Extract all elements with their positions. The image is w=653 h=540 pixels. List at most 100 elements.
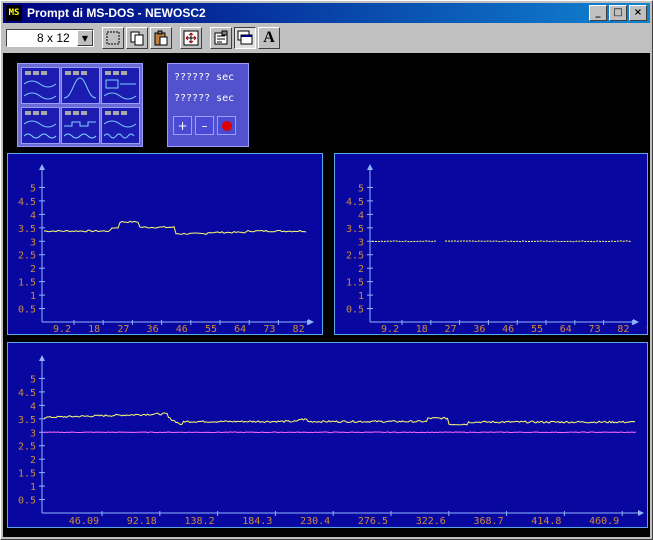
waveform-thumb-4[interactable] xyxy=(21,107,60,144)
plot1-x-tick-label: 64 xyxy=(234,324,246,334)
plot1-y-tick-label: 3.5 xyxy=(18,224,36,235)
plot2-x-tick-label: 18 xyxy=(416,324,428,334)
plot-1: 54.543.532.521.510.59.218273646556473829… xyxy=(18,164,338,335)
mark-button[interactable] xyxy=(102,27,124,49)
plot1-x-tick-label: 36 xyxy=(147,324,159,334)
plot3-x-arrow-icon xyxy=(638,510,644,516)
plot2-x-tick-label: 55 xyxy=(531,324,543,334)
plot-3: 5 4.5 4 3.5 3 2.5 2 1.5 1 0.5 46.09 92.18 138.2 184.3… xyxy=(18,355,644,527)
plot1-y-arrow-icon xyxy=(39,164,45,170)
plot1-y-tick-label: 1.5 xyxy=(18,278,36,289)
dos-window: MS Prompt di MS-DOS - NEWOSC2 _ □ × 8 x … xyxy=(0,0,653,540)
font-button[interactable]: A xyxy=(258,27,280,49)
waveform-thumb-1[interactable] xyxy=(21,67,60,104)
plot3-y-tick-label: 3 xyxy=(30,428,36,439)
msdos-app-icon[interactable]: MS xyxy=(6,5,22,21)
plot3-x-tick-label: 138.2 xyxy=(184,516,214,527)
plot2-y-tick-label: 1 xyxy=(358,291,364,302)
plot-2: 5 4.5 4 3.5 3 2.5 2 1.5 1 0.5 9.2 18 27 36 46 55 64 73 82 9… xyxy=(346,164,650,335)
copy-button[interactable] xyxy=(126,27,148,49)
plot2-x-tick-label: 46 xyxy=(502,324,514,334)
plot3-y-tick-label: 5 xyxy=(30,374,36,385)
plot1-x-tick-label: 55 xyxy=(205,324,217,334)
plot1-y-tick-label: 1 xyxy=(30,291,36,302)
plot1-yellow-trace xyxy=(43,220,307,236)
plus-button[interactable]: + xyxy=(173,116,192,135)
plot2-x-tick-label: 82 xyxy=(617,324,629,334)
plot1-x-tick-label: 46 xyxy=(176,324,188,334)
plot2-x-tick-label: 64 xyxy=(560,324,572,334)
close-button[interactable]: × xyxy=(629,5,647,21)
properties-button[interactable] xyxy=(210,27,232,49)
fullscreen-button[interactable] xyxy=(180,27,202,49)
plot3-y-tick-label: 1 xyxy=(30,482,36,493)
waveform-thumb-3[interactable] xyxy=(101,67,140,104)
font-icon: A xyxy=(263,29,275,46)
paste-button[interactable] xyxy=(150,27,172,49)
plot1-x-tick-label: 27 xyxy=(117,324,129,334)
font-size-select[interactable]: 8 x 12 ▼ xyxy=(6,29,94,47)
plot3-x-tick-label: 184.3 xyxy=(242,516,272,527)
plot1-y-tick-label: 4 xyxy=(30,210,36,221)
plot3-y-tick-label: 1.5 xyxy=(18,469,36,480)
plot1-x-tick-label: 73 xyxy=(263,324,275,334)
paste-icon xyxy=(154,30,168,46)
minimize-button[interactable]: _ xyxy=(589,5,607,21)
plot2-y-tick-label: 3 xyxy=(358,237,364,248)
mark-icon xyxy=(106,31,120,45)
plot2-x-tick-label: 9.2 xyxy=(381,324,399,334)
plot2-x-arrow-icon xyxy=(633,319,639,325)
plot1-y-tick-label: 5 xyxy=(30,183,36,194)
minus-button[interactable]: – xyxy=(195,116,214,135)
plot3-magenta-trace xyxy=(43,431,637,434)
plot1-x-tick-label: 82 xyxy=(293,324,305,334)
plot3-y-tick-label: 4 xyxy=(30,401,36,412)
plot1-x-tick-label: 9.2 xyxy=(53,324,71,334)
background-button[interactable] xyxy=(234,27,256,49)
plot1-y-tick-label: 2 xyxy=(30,264,36,275)
plot1-y-tick-label: 0.5 xyxy=(18,305,36,316)
plot2-y-tick-label: 2.5 xyxy=(346,251,364,262)
plot3-x-tick-label: 460.9 xyxy=(589,516,619,527)
dos-screen: ?????? sec ?????? sec + – 5 4.5 4 3.5 3 2.5 2 1… xyxy=(3,53,650,537)
plot3-x-tick-label: 46.09 xyxy=(69,516,99,527)
waveform-thumb-5[interactable] xyxy=(61,107,100,144)
waveform-thumb-6[interactable] xyxy=(101,107,140,144)
plot2-y-tick-label: 3.5 xyxy=(346,224,364,235)
maximize-button[interactable]: □ xyxy=(609,5,627,21)
plot1-y-tick-label: 2.5 xyxy=(18,251,36,262)
plot3-yellow-trace xyxy=(43,412,636,426)
toolbar: 8 x 12 ▼ A xyxy=(3,25,650,51)
plot2-y-tick-label: 4 xyxy=(358,210,364,221)
plot1-x-arrow-icon xyxy=(308,319,314,325)
plot2-yellow-trace-b xyxy=(444,240,632,243)
plot3-x-tick-label: 276.5 xyxy=(358,516,388,527)
chevron-down-icon[interactable]: ▼ xyxy=(77,30,93,46)
plot1-x-tick-label: 18 xyxy=(88,324,100,334)
plot2-x-tick-label: 92 xyxy=(646,324,647,334)
fullscreen-icon xyxy=(183,30,199,46)
timer-line-2: ?????? sec xyxy=(174,93,235,104)
record-button[interactable] xyxy=(217,116,236,135)
plot3-x-tick-label: 230.4 xyxy=(300,516,330,527)
plot-panel-3: 5 4.5 4 3.5 3 2.5 2 1.5 1 0.5 46.09 92.18 138.2 184.3… xyxy=(7,342,648,528)
timer-line-1: ?????? sec xyxy=(174,72,235,83)
plot2-y-arrow-icon xyxy=(367,164,373,170)
plot2-y-tick-label: 1.5 xyxy=(346,278,364,289)
plot3-y-tick-label: 4.5 xyxy=(18,388,36,399)
waveform-thumb-2[interactable] xyxy=(61,67,100,104)
plot2-y-tick-label: 0.5 xyxy=(346,305,364,316)
plot2-x-tick-label: 73 xyxy=(589,324,601,334)
font-size-value: 8 x 12 xyxy=(37,31,70,45)
plot3-y-tick-label: 2 xyxy=(30,455,36,466)
plot1-y-tick-label: 3 xyxy=(30,237,36,248)
title-bar[interactable]: MS Prompt di MS-DOS - NEWOSC2 _ □ × xyxy=(3,3,650,23)
plot3-x-tick-label: 414.8 xyxy=(531,516,561,527)
plot2-y-tick-label: 4.5 xyxy=(346,197,364,208)
plot-panel-1: 54.543.532.521.510.59.218273646556473829… xyxy=(7,153,338,335)
plot3-y-arrow-icon xyxy=(39,355,45,361)
plot2-x-tick-label: 27 xyxy=(445,324,457,334)
plot3-x-tick-label: 368.7 xyxy=(473,516,503,527)
plot2-y-tick-label: 5 xyxy=(358,183,364,194)
plot-panel-2: 5 4.5 4 3.5 3 2.5 2 1.5 1 0.5 9.2 18 27 36 46 55 64 73 82 9… xyxy=(334,153,650,335)
